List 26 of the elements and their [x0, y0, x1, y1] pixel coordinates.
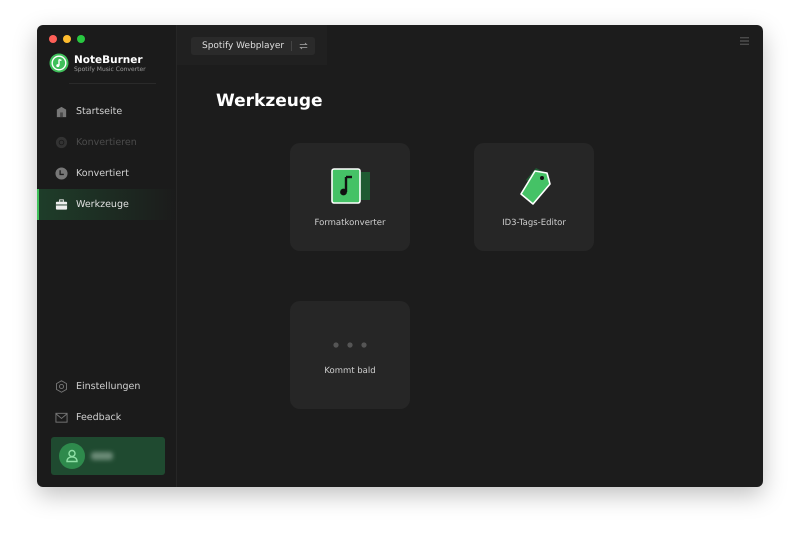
house-icon — [55, 105, 68, 118]
settings-icon — [55, 380, 68, 393]
sidebar-item[interactable]: Konvertiert — [37, 158, 176, 189]
toolbox-icon — [55, 198, 68, 211]
tool-card[interactable]: Formatkonverter — [290, 143, 410, 251]
user-card[interactable] — [51, 437, 165, 475]
swap-arrows-icon — [299, 42, 308, 50]
source-switch-button[interactable]: Spotify Webplayer — [191, 37, 316, 55]
tool-card[interactable]: Kommt bald — [290, 301, 410, 409]
sidebar-item[interactable]: Einstellungen — [37, 371, 176, 402]
minimize-window-icon[interactable] — [63, 35, 71, 43]
user-avatar-icon — [59, 443, 85, 469]
blurred-username — [91, 452, 113, 460]
clock-icon — [55, 167, 68, 180]
music-note-logo-icon — [49, 53, 69, 73]
app-name: NoteBurner — [74, 54, 144, 66]
close-window-icon[interactable] — [49, 35, 57, 43]
sidebar-item[interactable]: Feedback — [37, 402, 176, 433]
envelope-icon — [55, 411, 68, 424]
music-file-icon — [328, 166, 372, 206]
page-title: Werkzeuge — [216, 91, 324, 111]
zoom-window-icon[interactable] — [77, 35, 85, 43]
ellipsis-icon — [333, 342, 367, 348]
tool-card[interactable]: ID3-Tags-Editor — [474, 143, 594, 251]
menu-icon[interactable] — [740, 37, 749, 45]
sidebar-item[interactable]: Startseite — [37, 96, 176, 127]
